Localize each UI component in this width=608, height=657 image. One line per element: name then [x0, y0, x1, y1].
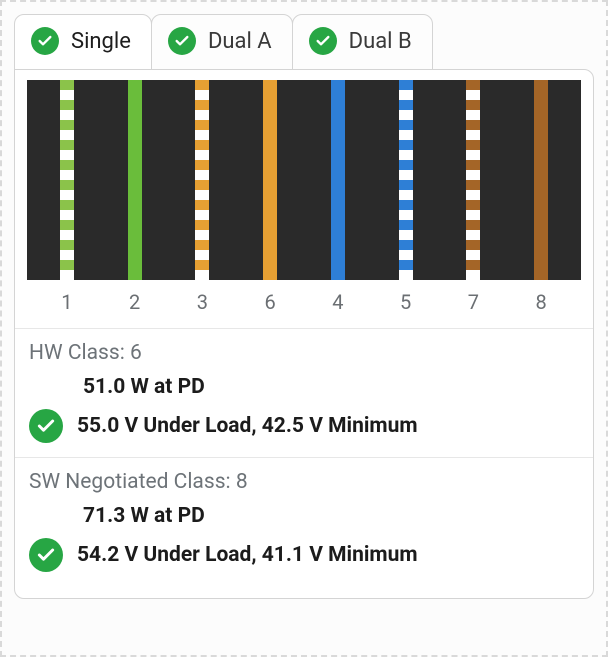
panel-body: 1 2 3 6 4 5 7 8 HW Class: 6 51.0 W at PD… — [14, 69, 594, 599]
sw-class-title: SW Negotiated Class: 8 — [29, 470, 581, 494]
check-icon — [29, 409, 63, 443]
tab-single[interactable]: Single — [14, 14, 152, 70]
wire-1 — [33, 80, 101, 280]
wire-2 — [101, 80, 169, 280]
check-icon — [309, 27, 337, 55]
wire-labels: 1 2 3 6 4 5 7 8 — [27, 280, 581, 328]
tab-label: Dual B — [349, 29, 412, 54]
check-icon — [29, 538, 63, 572]
hw-class-section: HW Class: 6 51.0 W at PD 55.0 V Under Lo… — [15, 328, 593, 457]
wire-chart — [27, 80, 581, 280]
wire-lbl: 4 — [304, 290, 372, 314]
wire-lbl: 6 — [236, 290, 304, 314]
hw-class-title: HW Class: 6 — [29, 341, 581, 365]
check-icon — [31, 27, 59, 55]
sw-power-value: 71.3 W at PD — [83, 504, 581, 528]
wire-7 — [440, 80, 508, 280]
hw-power-value: 51.0 W at PD — [83, 375, 581, 399]
wire-lbl: 8 — [507, 290, 575, 314]
check-icon — [168, 27, 196, 55]
wire-3 — [169, 80, 237, 280]
tab-dual-a[interactable]: Dual A — [151, 14, 293, 70]
tab-label: Single — [71, 29, 131, 54]
wire-lbl: 5 — [372, 290, 440, 314]
wire-lbl: 7 — [440, 290, 508, 314]
sw-class-section: SW Negotiated Class: 8 71.3 W at PD 54.2… — [15, 457, 593, 586]
wire-8 — [507, 80, 575, 280]
tab-dual-b[interactable]: Dual B — [292, 14, 433, 70]
mode-tabs: Single Dual A Dual B — [14, 14, 594, 70]
tab-label: Dual A — [208, 29, 272, 54]
wire-lbl: 3 — [169, 290, 237, 314]
wire-5 — [372, 80, 440, 280]
test-result-panel: Single Dual A Dual B — [0, 0, 608, 657]
wire-4 — [304, 80, 372, 280]
wire-lbl: 2 — [101, 290, 169, 314]
wire-6 — [236, 80, 304, 280]
sw-volts-value: 54.2 V Under Load, 41.1 V Minimum — [77, 542, 418, 568]
wire-chart-wrap: 1 2 3 6 4 5 7 8 — [15, 70, 593, 328]
hw-volts-value: 55.0 V Under Load, 42.5 V Minimum — [77, 413, 418, 439]
wire-lbl: 1 — [33, 290, 101, 314]
